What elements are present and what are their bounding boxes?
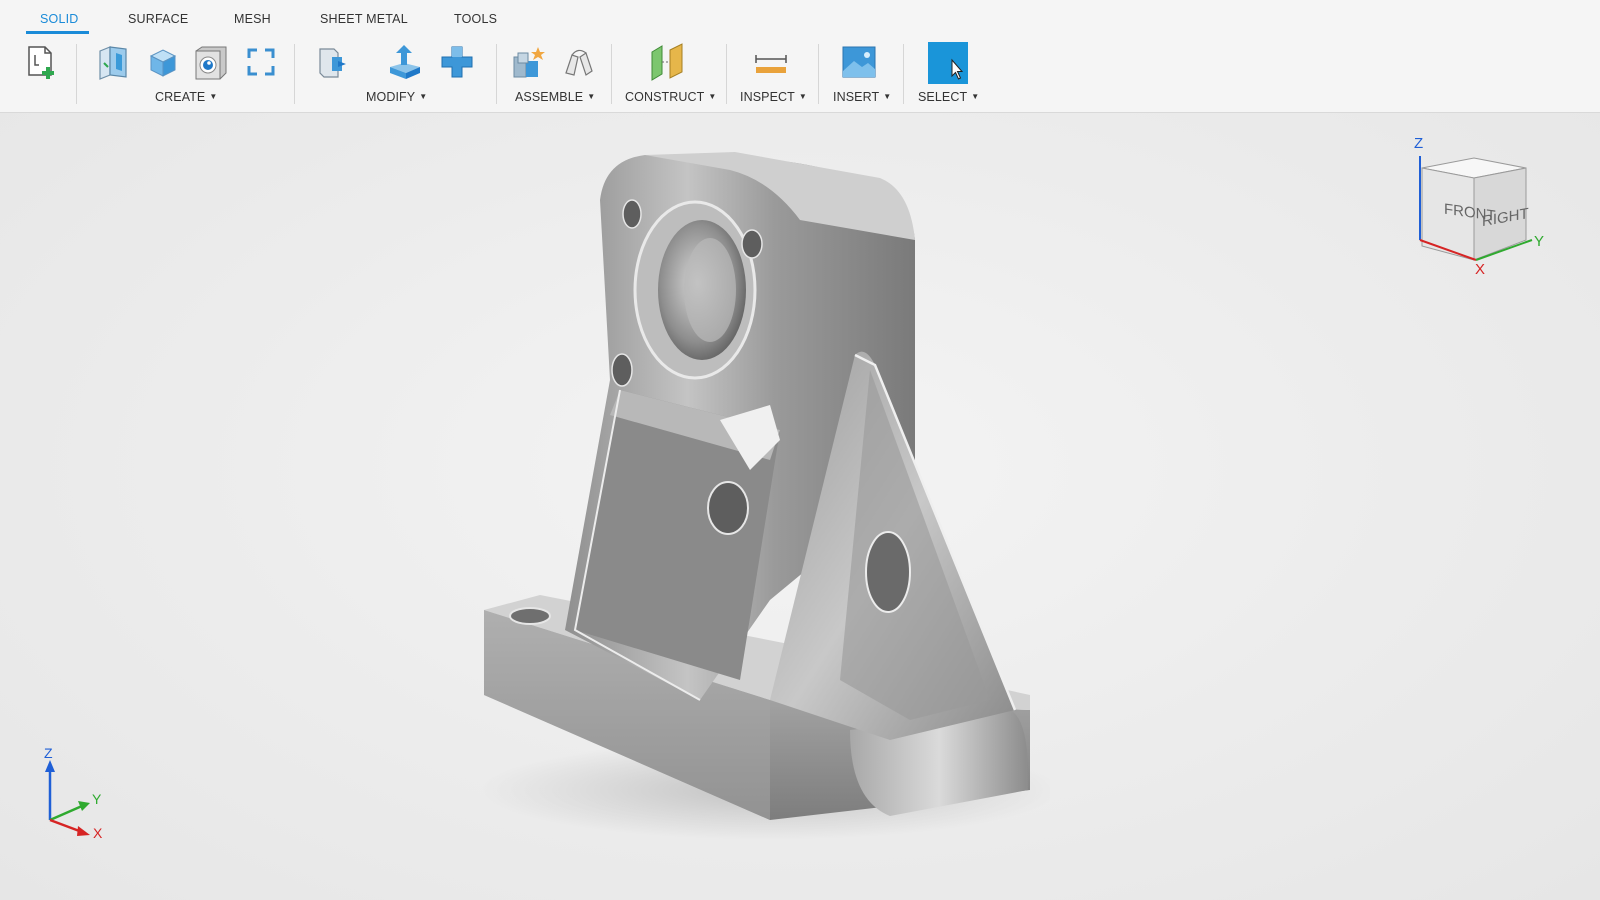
joint-icon[interactable]: [560, 42, 598, 82]
triad-y-label: Y: [92, 791, 102, 807]
new-component-icon[interactable]: [22, 42, 60, 82]
shell-icon[interactable]: [192, 42, 230, 82]
create-label: CREATE: [155, 90, 206, 104]
chevron-down-icon: ▼: [587, 92, 596, 101]
modify-label: MODIFY: [366, 90, 416, 104]
toolbar: SOLID SURFACE MESH SHEET METAL TOOLS CRE…: [0, 0, 1600, 113]
form-icon[interactable]: [242, 42, 280, 82]
insert-menu[interactable]: INSERT ▼: [833, 90, 891, 104]
active-tab-indicator: [26, 31, 89, 34]
press-pull-icon[interactable]: [312, 42, 350, 82]
separator: [611, 44, 612, 104]
triad-x-label: X: [93, 825, 103, 841]
measure-icon[interactable]: [752, 42, 790, 82]
sketch-icon[interactable]: [94, 42, 132, 82]
box-icon[interactable]: [144, 42, 182, 82]
cube-y-label: Y: [1534, 233, 1544, 250]
construct-label: CONSTRUCT: [625, 90, 705, 104]
combine-icon[interactable]: [438, 42, 476, 82]
separator: [818, 44, 819, 104]
separator: [294, 44, 295, 104]
tab-surface[interactable]: SURFACE: [128, 12, 188, 26]
tab-mesh[interactable]: MESH: [234, 12, 271, 26]
tab-tools[interactable]: TOOLS: [454, 12, 497, 26]
assemble-label: ASSEMBLE: [515, 90, 584, 104]
chevron-down-icon: ▼: [419, 92, 428, 101]
chevron-down-icon: ▼: [971, 92, 980, 101]
chevron-down-icon: ▼: [209, 92, 218, 101]
cube-x-label: X: [1475, 261, 1485, 278]
tab-sheet-metal[interactable]: SHEET METAL: [320, 12, 408, 26]
tab-solid[interactable]: SOLID: [40, 12, 79, 26]
chevron-down-icon: ▼: [798, 92, 807, 101]
chevron-down-icon: ▼: [883, 92, 892, 101]
bracket-model[interactable]: [470, 140, 1050, 840]
select-cursor-icon: [951, 58, 964, 80]
chevron-down-icon: ▼: [708, 92, 717, 101]
create-menu[interactable]: CREATE ▼: [155, 90, 217, 104]
select-menu[interactable]: SELECT ▼: [918, 90, 979, 104]
assemble-menu[interactable]: ASSEMBLE ▼: [515, 90, 595, 104]
separator: [726, 44, 727, 104]
view-cube[interactable]: FRONT RIGHT Z Y X: [1404, 128, 1554, 278]
modify-menu[interactable]: MODIFY ▼: [366, 90, 427, 104]
select-button[interactable]: [928, 42, 968, 84]
insert-label: INSERT: [833, 90, 880, 104]
select-label: SELECT: [918, 90, 968, 104]
triad-z-label: Z: [44, 745, 53, 761]
separator: [496, 44, 497, 104]
cube-z-label: Z: [1414, 135, 1423, 152]
separator: [903, 44, 904, 104]
separator: [76, 44, 77, 104]
construct-menu[interactable]: CONSTRUCT ▼: [625, 90, 716, 104]
insert-image-icon[interactable]: [840, 42, 878, 82]
workspace-tabs: SOLID SURFACE MESH SHEET METAL TOOLS: [0, 0, 1600, 36]
offset-plane-icon[interactable]: [648, 42, 686, 82]
axis-triad: Z Y X: [44, 745, 103, 841]
extrude-icon[interactable]: [386, 42, 424, 82]
new-component-joint-icon[interactable]: [510, 42, 548, 82]
inspect-label: INSPECT: [740, 90, 795, 104]
inspect-menu[interactable]: INSPECT ▼: [740, 90, 807, 104]
